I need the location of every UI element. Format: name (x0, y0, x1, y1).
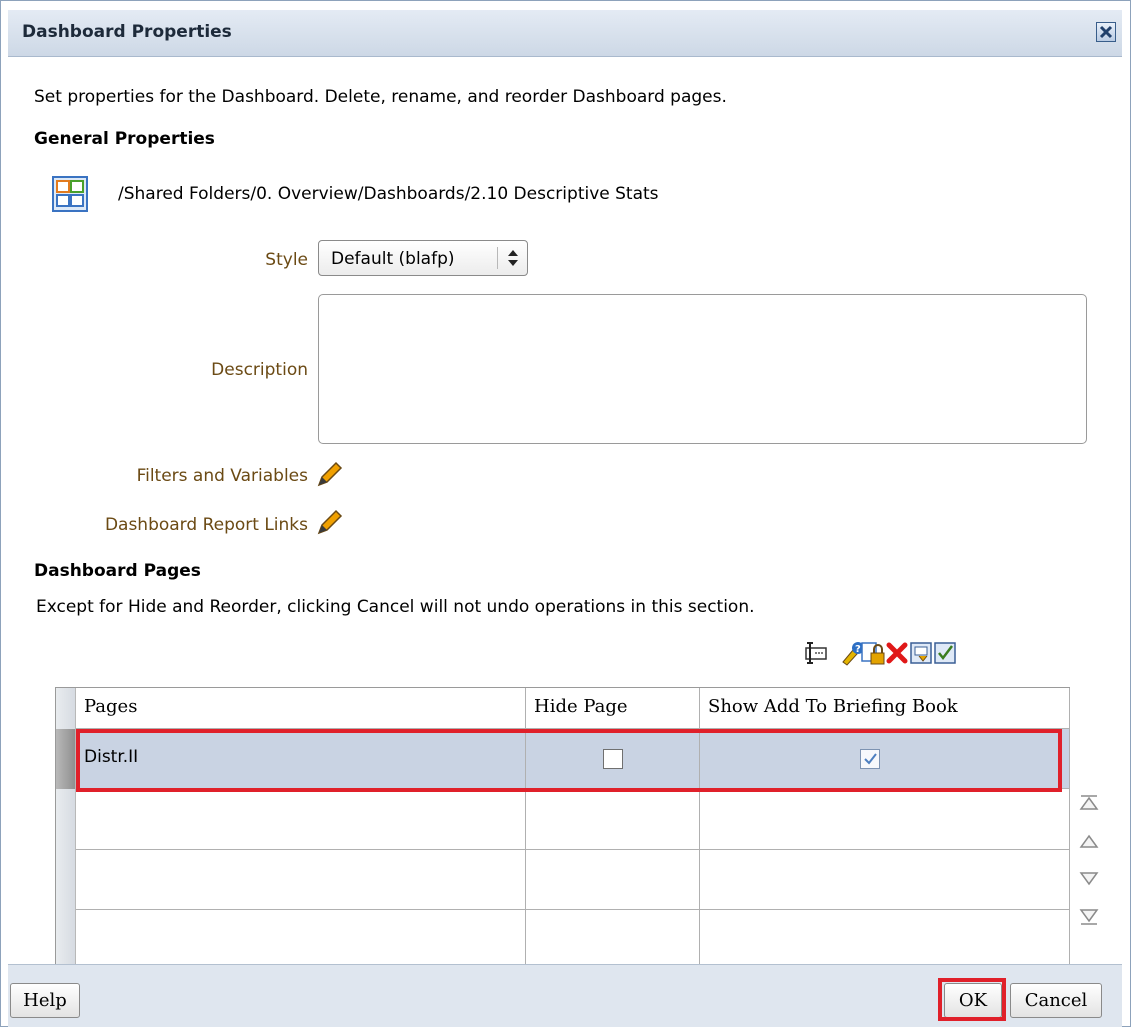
filters-edit-pencil-icon[interactable] (314, 460, 344, 490)
print-options-icon[interactable] (908, 640, 934, 666)
dialog-titlebar: Dashboard Properties (8, 10, 1122, 57)
move-to-bottom-icon[interactable] (1078, 907, 1100, 927)
show-briefing-book-checkbox[interactable] (860, 749, 880, 769)
column-header-hide-page[interactable]: Hide Page (526, 688, 700, 729)
general-properties-heading: General Properties (34, 129, 215, 149)
up-down-arrows-icon (508, 250, 518, 266)
filters-variables-label: Filters and Variables (136, 466, 308, 486)
dashboard-path: /Shared Folders/0. Overview/Dashboards/2… (118, 184, 659, 204)
move-up-icon[interactable] (1078, 832, 1100, 852)
empty-cell (76, 800, 526, 850)
style-select-value: Default (blafp) (331, 249, 455, 269)
dialog-footer: Help OK Cancel (8, 964, 1122, 1027)
table-corner-header (56, 688, 76, 729)
table-row-hide-cell (526, 729, 700, 789)
style-label: Style (265, 250, 308, 270)
page-name: Distr.II (84, 747, 139, 767)
help-button[interactable]: Help (10, 983, 80, 1018)
delete-icon[interactable] (884, 640, 910, 666)
column-header-pages-label: Pages (84, 696, 138, 717)
ok-button[interactable]: OK (944, 983, 1002, 1018)
intro-text: Set properties for the Dashboard. Delete… (34, 87, 727, 107)
dashboard-pages-heading: Dashboard Pages (34, 561, 201, 581)
column-header-briefing-book-label: Show Add To Briefing Book (708, 696, 958, 717)
move-to-top-icon[interactable] (1078, 793, 1100, 813)
cancel-button[interactable]: Cancel (1010, 983, 1102, 1018)
row-header-selected[interactable] (56, 729, 76, 789)
move-down-icon[interactable] (1078, 868, 1100, 888)
permissions-icon[interactable] (860, 640, 886, 666)
empty-cell (76, 850, 526, 910)
empty-cell (526, 800, 700, 850)
checkmark-icon (864, 753, 877, 765)
empty-cell (526, 910, 700, 964)
column-header-pages[interactable]: Pages (76, 688, 526, 729)
style-select[interactable]: Default (blafp) (318, 240, 528, 276)
table-row-briefing-cell (700, 729, 1070, 789)
description-label: Description (211, 360, 308, 380)
column-header-hide-page-label: Hide Page (534, 696, 628, 717)
column-header-briefing-book[interactable]: Show Add To Briefing Book (700, 688, 1070, 729)
dashboard-report-links-label: Dashboard Report Links (104, 515, 308, 535)
dashboard-icon (52, 176, 88, 212)
table-row-page-cell[interactable]: Distr.II (76, 729, 526, 789)
empty-cell (526, 850, 700, 910)
report-links-edit-pencil-icon[interactable] (314, 508, 344, 538)
row-header[interactable] (56, 800, 76, 964)
report-links-icon[interactable] (932, 640, 958, 666)
empty-cell (700, 850, 1070, 910)
select-divider (497, 247, 498, 269)
description-field[interactable] (318, 294, 1087, 444)
dialog-title: Dashboard Properties (22, 22, 232, 42)
pages-table-empty-rows (55, 800, 1070, 964)
pages-note: Except for Hide and Reorder, clicking Ca… (36, 597, 755, 617)
hide-page-checkbox[interactable] (603, 749, 623, 769)
pages-table: Pages Hide Page Show Add To Briefing Boo… (55, 687, 1070, 801)
empty-cell (700, 800, 1070, 850)
empty-cell (76, 910, 526, 964)
close-icon[interactable] (1096, 22, 1116, 42)
rename-icon[interactable] (802, 640, 828, 666)
empty-cell (700, 910, 1070, 964)
